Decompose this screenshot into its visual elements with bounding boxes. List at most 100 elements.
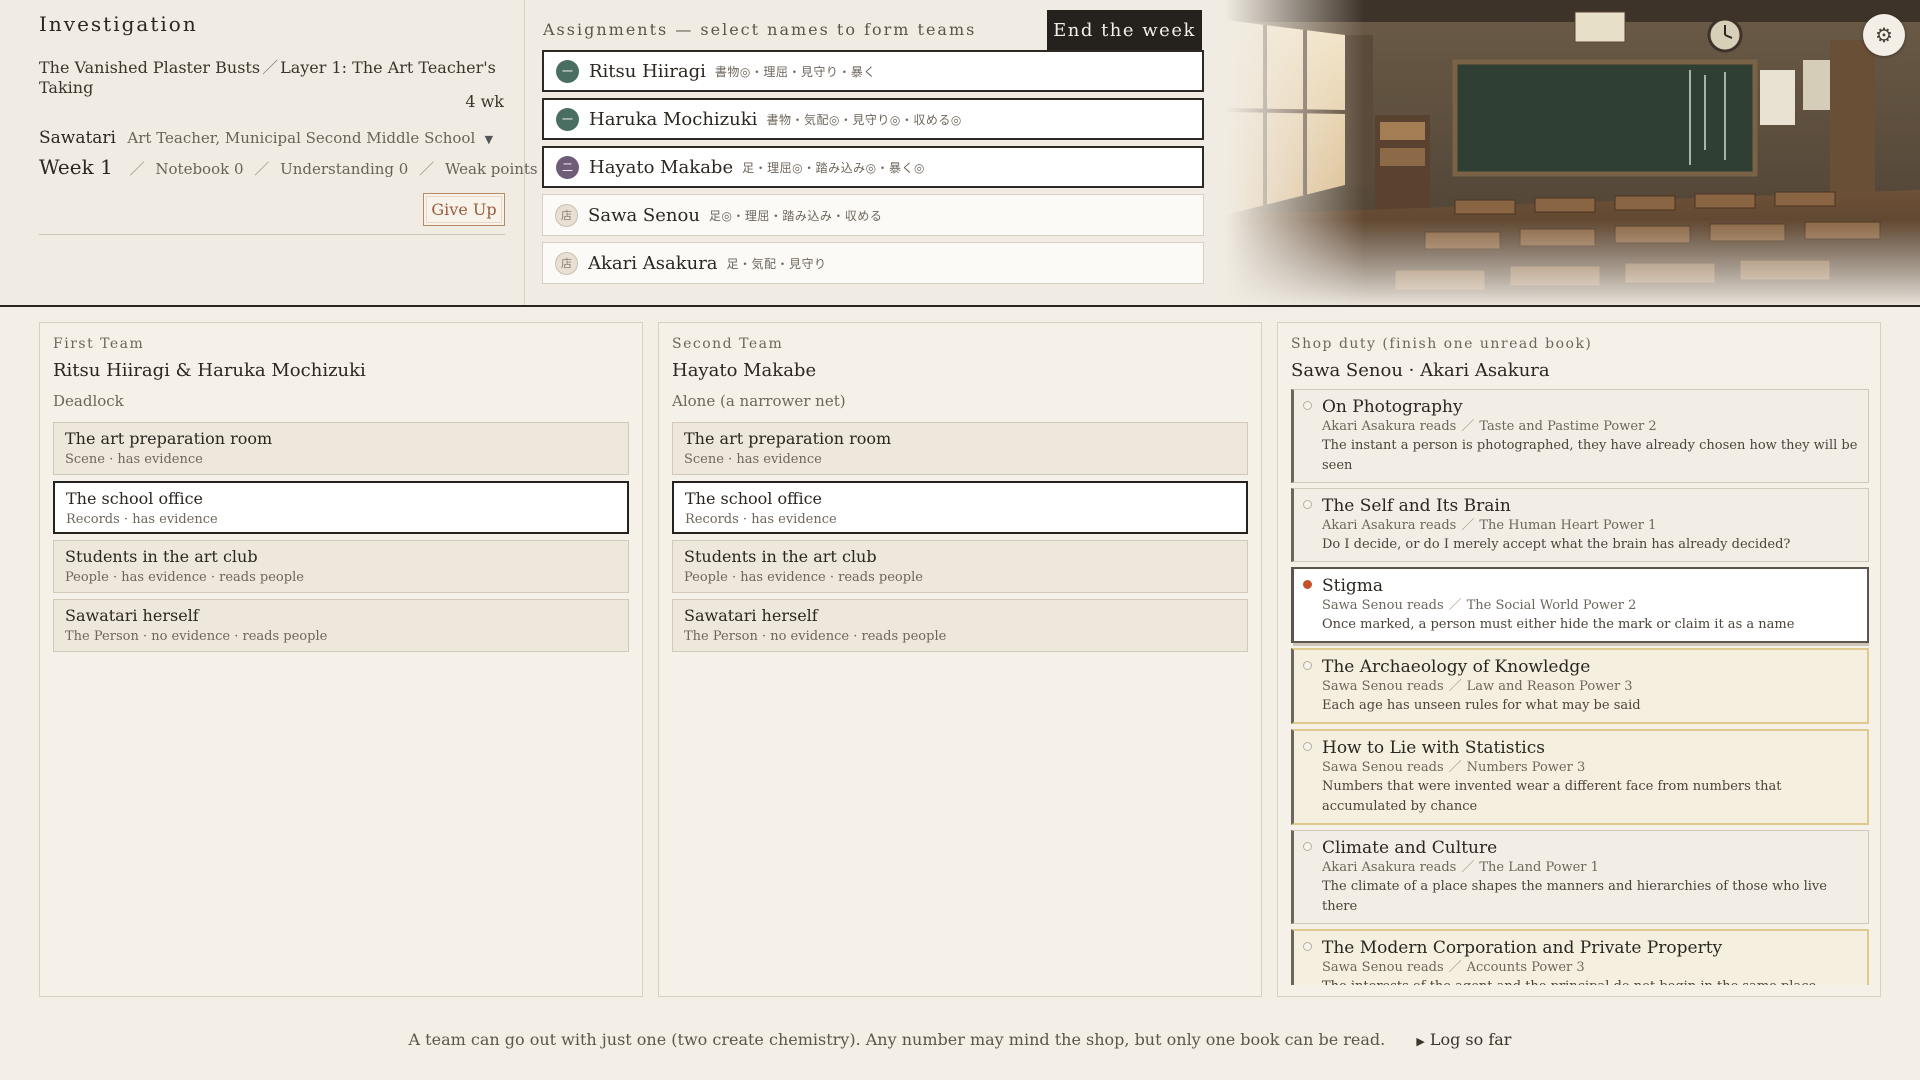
book-reader: Sawa Senou reads [1322,679,1444,694]
person-row[interactable]: 二 Hayato Makabe 足・理屈◎・踏み込み◎・暴く◎ [542,146,1204,188]
meta-divider: ／ [1448,760,1462,775]
book-card[interactable]: Climate and Culture Akari Asakura reads ／ T… [1291,830,1869,924]
person-name: Sawa Senou [588,204,700,226]
notebook-count: Notebook 0 [155,160,244,178]
book-card[interactable]: On Photography Akari Asakura reads ／ Taste … [1291,389,1869,483]
book-reader: Sawa Senou reads [1322,598,1444,613]
location-card[interactable]: Students in the art club People · has evi… [672,540,1248,593]
book-meta: Sawa Senou reads ／ Accounts Power 3 [1322,959,1857,977]
book-reader: Akari Asakura reads [1322,860,1457,875]
book-description: Once marked, a person must either hide t… [1322,617,1795,632]
team-column-second: Second Team Hayato Makabe Alone (a narro… [658,322,1262,997]
book-power: Numbers Power 3 [1466,760,1586,775]
location-card[interactable]: The school office Records · has evidence [672,481,1248,534]
book-card[interactable]: The Archaeology of Knowledge Sawa Senou r… [1291,648,1869,724]
person-row[interactable]: 店 Sawa Senou 足◎・理屈・踏み込み・収める [542,194,1204,236]
stats-divider: ／ [254,160,270,178]
book-power: Accounts Power 3 [1466,960,1585,975]
book-card[interactable]: How to Lie with Statistics Sawa Senou rea… [1291,729,1869,825]
team-members: Hayato Makabe [672,360,817,381]
location-name: The school office [685,489,823,508]
location-card[interactable]: The school office Records · has evidence [53,481,629,534]
location-name: Sawatari herself [65,606,199,625]
book-meta: Akari Asakura reads ／ The Land Power 1 [1322,859,1858,877]
book-power: Taste and Pastime Power 2 [1479,419,1657,434]
book-title: The Self and Its Brain [1322,496,1511,516]
subject-profile-toggle[interactable]: Sawatari Art Teacher, Municipal Second M… [39,128,493,148]
case-separator: ／ [262,58,279,77]
book-card[interactable]: Stigma Sawa Senou reads ／ The Social World … [1291,567,1869,643]
team-badge: 一 [556,59,579,83]
footer-note: A team can go out with just one (two cre… [408,1030,1386,1049]
team-badge: 一 [556,107,579,131]
classroom-image [1225,0,1920,305]
location-card[interactable]: The art preparation room Scene · has evid… [672,422,1248,475]
location-meta: Records · has evidence [66,512,218,527]
person-row[interactable]: 一 Ritsu Hiiragi 書物◎・理屈・見守り・暴く [542,50,1204,92]
book-meta: Sawa Senou reads ／ The Social World Power … [1322,597,1857,615]
assignments-heading: Assignments — select names to form teams [543,20,977,39]
person-row[interactable]: 一 Haruka Mochizuki 書物・気配◎・見守り◎・収める◎ [542,98,1204,140]
meta-divider: ／ [1448,960,1462,975]
log-label: Log so far [1429,1030,1512,1049]
team-badge: 店 [555,251,578,275]
understanding-count: Understanding 0 [280,160,409,178]
team-badge: 店 [555,203,578,227]
person-row[interactable]: 店 Akari Asakura 足・気配・見守り [542,242,1204,284]
location-name: Students in the art club [65,547,258,566]
log-toggle[interactable]: ▶ Log so far [1416,1030,1511,1049]
book-card[interactable]: The Modern Corporation and Private Prope… [1291,929,1869,985]
radio-dot-icon [1303,842,1312,851]
radio-dot-icon [1303,500,1312,509]
location-card[interactable]: The art preparation room Scene · has evid… [53,422,629,475]
book-meta: Sawa Senou reads ／ Law and Reason Power 3 [1322,678,1857,696]
book-description: Do I decide, or do I merely accept what … [1322,537,1791,552]
book-title: On Photography [1322,397,1463,417]
radio-dot-icon [1303,942,1312,951]
meta-divider: ／ [1461,860,1475,875]
location-name: Sawatari herself [684,606,818,625]
top-bar: Investigation The Vanished Plaster Busts… [0,0,1920,307]
case-line: The Vanished Plaster Busts ／ Layer 1: The … [39,54,524,97]
team-column-first: First Team Ritsu Hiiragi & Haruka Mochiz… [39,322,643,997]
team-label: First Team [53,336,145,352]
person-traits: 足◎・理屈・踏み込み・収める [708,208,883,223]
divider [39,234,505,235]
give-up-button[interactable]: Give Up [423,193,505,226]
end-week-button[interactable]: End the week [1047,10,1202,50]
book-meta: Akari Asakura reads ／ The Human Heart Powe… [1322,517,1858,535]
location-name: The school office [66,489,204,508]
location-meta: Scene · has evidence [684,452,822,467]
location-card[interactable]: Sawatari herself The Person · no evidence… [53,599,629,652]
book-description: Numbers that were invented wear a differ… [1322,779,1782,814]
location-card[interactable]: Sawatari herself The Person · no evidence… [672,599,1248,652]
location-card[interactable]: Students in the art club People · has evi… [53,540,629,593]
location-meta: Records · has evidence [685,512,837,527]
weeks-left: 4 wk [465,92,504,111]
book-description: The interests of the agent and the princ… [1322,977,1857,985]
book-title: How to Lie with Statistics [1322,738,1545,758]
meta-divider: ／ [1461,419,1475,434]
book-title: The Archaeology of Knowledge [1322,657,1591,677]
book-power: The Land Power 1 [1479,860,1599,875]
case-name: The Vanished Plaster Busts [39,58,261,77]
progress-stats: Week 1 ／ Notebook 0 ／ Understanding 0 ／ … [39,155,567,179]
person-traits: 足・気配・見守り [726,256,827,271]
team-label: Second Team [672,336,784,352]
team-status: Deadlock [53,392,124,410]
book-list[interactable]: On Photography Akari Asakura reads ／ Taste … [1291,389,1869,985]
shop-label: Shop duty (finish one unread book) [1291,336,1593,352]
subject-name: Sawatari [39,128,116,148]
book-description: The instant a person is photographed, th… [1322,438,1858,473]
book-power: The Social World Power 2 [1466,598,1637,613]
location-meta: The Person · no evidence · reads people [65,629,328,644]
radio-dot-icon [1303,401,1312,410]
person-name: Ritsu Hiiragi [589,60,706,82]
book-meta: Sawa Senou reads ／ Numbers Power 3 [1322,759,1857,777]
week-label: Week 1 [39,155,113,179]
investigation-title: Investigation [39,12,198,36]
gear-icon[interactable]: ⚙ [1863,14,1905,56]
person-name: Akari Asakura [588,252,718,274]
meta-divider: ／ [1448,679,1462,694]
book-card[interactable]: The Self and Its Brain Akari Asakura read… [1291,488,1869,562]
